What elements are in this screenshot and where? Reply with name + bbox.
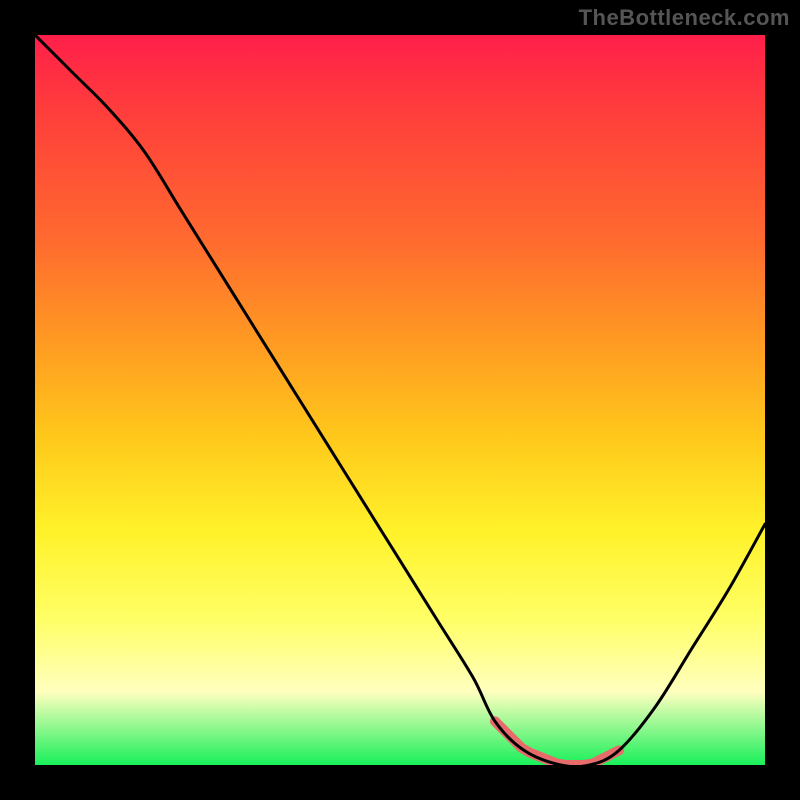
chart-stage: TheBottleneck.com bbox=[0, 0, 800, 800]
bottleneck-curve bbox=[35, 35, 765, 765]
curve-svg bbox=[35, 35, 765, 765]
watermark-text: TheBottleneck.com bbox=[579, 5, 790, 31]
plot-area bbox=[35, 35, 765, 765]
